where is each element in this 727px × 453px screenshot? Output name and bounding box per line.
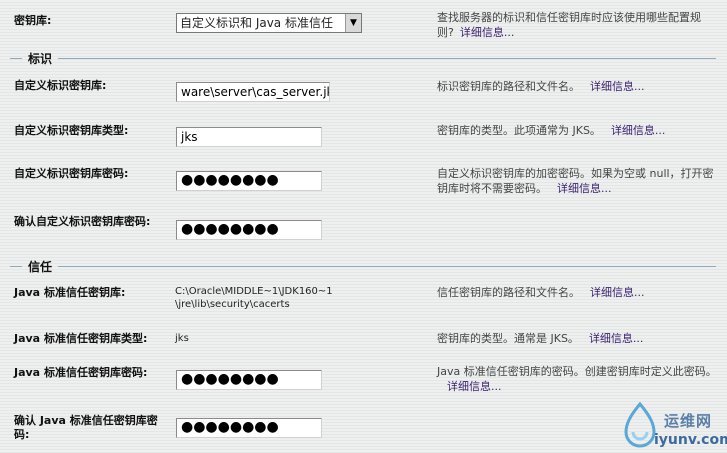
trust-keystore-password-more-link[interactable]: 详细信息... (447, 380, 502, 393)
identity-confirm-password-input[interactable]: ●●●●●●●● (176, 220, 322, 240)
identity-keystore-type-desc-text: 密钥库的类型。此项通常为 JKS。 (437, 124, 601, 137)
trust-keystore-password-desc-text: Java 标准信任密钥库的密码。创建密钥库时定义此密码。 (437, 365, 717, 378)
trust-keystore-type-value: jks (175, 333, 189, 344)
watermark-name: 运维网 (664, 412, 713, 430)
identity-keystore-password-description: 自定义标识密钥库的加密密码。如果为空或 null，打开密钥库时将不需要密码。 详细… (437, 166, 719, 196)
identity-keystore-input[interactable]: ware\server\cas_server.jks (176, 82, 330, 102)
identity-keystore-type-description: 密钥库的类型。此项通常为 JKS。 详细信息... (437, 123, 717, 138)
trust-confirm-password-input[interactable]: ●●●●●●●● (176, 418, 322, 438)
identity-keystore-password-input[interactable]: ●●●●●●●● (176, 171, 322, 191)
keystores-description: 查找服务器的标识和信任密钥库时应该使用哪些配置规则? 详细信息... (437, 10, 712, 40)
trust-keystore-type-label: Java 标准信任密钥库类型: (14, 332, 148, 345)
identity-keystore-desc-text: 标识密钥库的路径和文件名。 (437, 80, 580, 93)
trust-section-line (58, 266, 716, 267)
trust-keystore-label: Java 标准信任密钥库: (14, 286, 126, 299)
identity-section-title: 标识 (28, 52, 53, 66)
trust-keystore-password-input[interactable]: ●●●●●●●● (176, 370, 322, 390)
identity-keystore-type-more-link[interactable]: 详细信息... (611, 124, 666, 137)
trust-section-line-left (10, 266, 22, 267)
keystores-select-value: 自定义标识和 Java 标准信任 (180, 16, 333, 30)
identity-keystore-more-link[interactable]: 详细信息... (590, 80, 645, 93)
identity-keystore-password-label: 自定义标识密钥库密码: (14, 167, 129, 180)
identity-keystore-password-more-link[interactable]: 详细信息... (557, 182, 612, 195)
watermark-url: iyunv.com (654, 432, 727, 448)
chevron-down-icon[interactable]: ▼ (345, 14, 361, 32)
identity-keystore-description: 标识密钥库的路径和文件名。 详细信息... (437, 79, 717, 94)
trust-keystore-type-more-link[interactable]: 详细信息... (589, 332, 644, 345)
trust-keystore-type-description: 密钥库的类型。通常是 JKS。 详细信息... (437, 331, 717, 346)
trust-keystore-desc-text: 信任密钥库的路径和文件名。 (437, 286, 580, 299)
trust-keystore-type-desc-text: 密钥库的类型。通常是 JKS。 (437, 332, 579, 345)
identity-confirm-password-label: 确认自定义标识密钥库密码: (14, 215, 151, 228)
trust-keystore-password-description: Java 标准信任密钥库的密码。创建密钥库时定义此密码。详细信息... (437, 364, 719, 394)
trust-keystore-value-line2: \jre\lib\security\cacerts (175, 299, 290, 310)
trust-keystore-value-line1: C:\Oracle\MIDDLE~1\JDK160~1 (175, 286, 333, 297)
trust-section-title: 信任 (28, 260, 53, 274)
keystores-label: 密钥库: (14, 14, 52, 27)
trust-keystore-more-link[interactable]: 详细信息... (590, 286, 645, 299)
identity-keystore-type-label: 自定义标识密钥库类型: (14, 124, 129, 137)
keystores-select[interactable]: 自定义标识和 Java 标准信任 ▼ (176, 13, 362, 33)
trust-keystore-value: C:\Oracle\MIDDLE~1\JDK160~1 \jre\lib\sec… (175, 285, 333, 311)
identity-keystore-label: 自定义标识密钥库: (14, 79, 107, 92)
identity-section-line (58, 58, 716, 59)
identity-keystore-type-input[interactable]: jks (176, 127, 322, 147)
identity-section-line-left (10, 58, 22, 59)
trust-keystore-description: 信任密钥库的路径和文件名。 详细信息... (437, 285, 717, 300)
trust-confirm-password-label: 确认 Java 标准信任密钥库密码: (14, 414, 158, 441)
trust-keystore-password-label: Java 标准信任密钥库密码: (14, 366, 148, 379)
keystores-more-link[interactable]: 详细信息... (460, 26, 515, 39)
